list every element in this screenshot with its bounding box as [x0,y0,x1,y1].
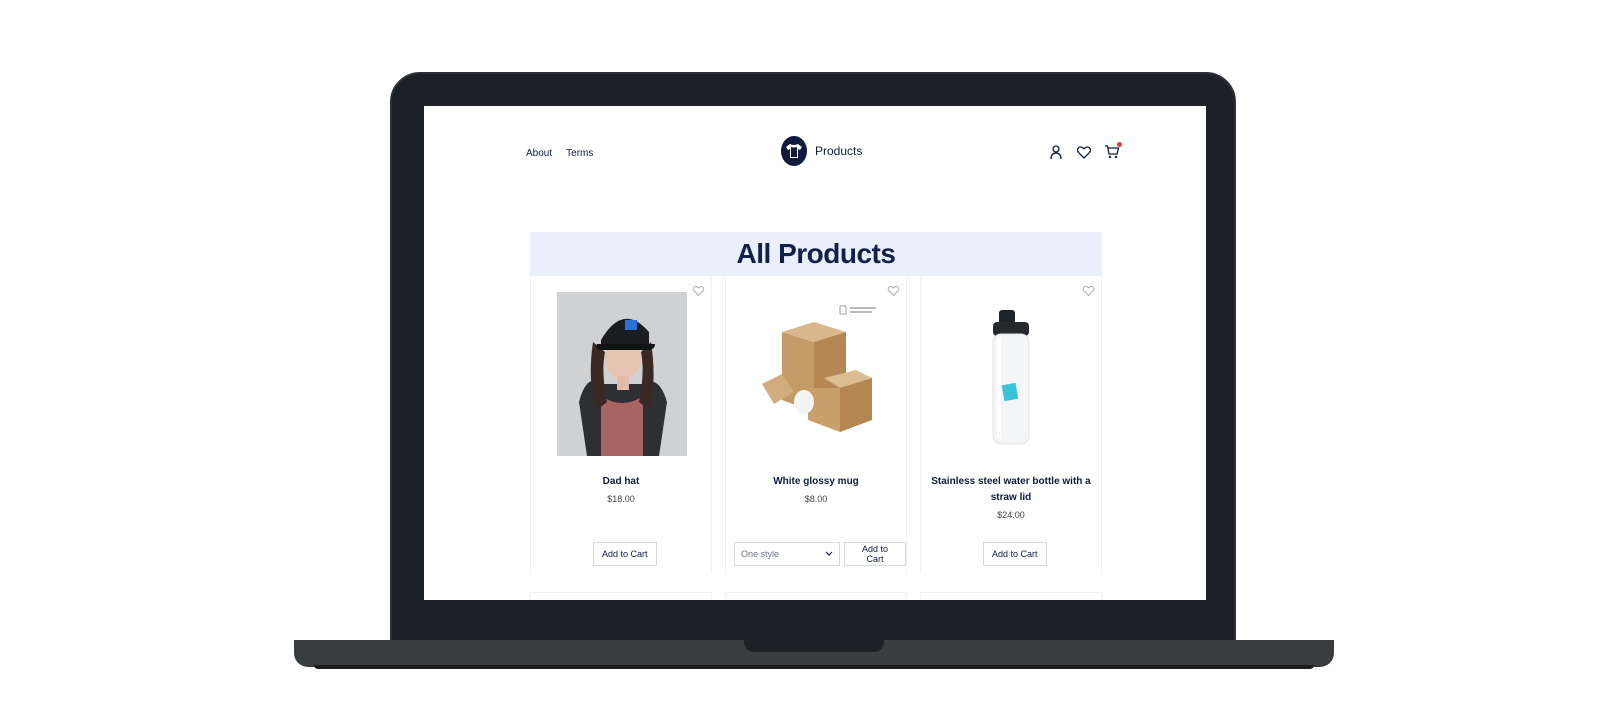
laptop-notch [744,640,884,652]
nav-terms-link[interactable]: Terms [566,148,593,159]
product-card[interactable]: Stainless steel water bottle with a stra… [920,276,1102,574]
add-to-cart-button[interactable]: Add to Cart [844,542,906,566]
product-image-water-bottle[interactable] [947,292,1077,456]
product-image-dad-hat[interactable] [557,292,687,456]
heart-icon[interactable] [1076,144,1092,160]
product-price: $18.00 [607,494,635,504]
product-card-partial [530,592,712,600]
nav-links: About Terms [526,148,593,159]
cart-badge [1117,142,1122,147]
wishlist-heart-icon[interactable] [887,284,900,297]
wishlist-heart-icon[interactable] [1082,284,1095,297]
product-name[interactable]: White glossy mug [734,474,898,490]
user-icon[interactable] [1048,144,1064,160]
all-products-banner: All Products [530,232,1102,276]
wishlist-heart-icon[interactable] [692,284,705,297]
product-price: $24.00 [997,510,1025,520]
style-select[interactable]: One style [734,542,840,566]
product-card[interactable]: Dad hat $18.00 Add to Cart [530,276,712,574]
product-price: $8.00 [804,494,828,504]
cart-icon[interactable] [1104,142,1122,160]
product-card-partial [725,592,907,600]
product-image-mug[interactable] [752,292,882,456]
product-card-partial [920,592,1102,600]
brand-title: Products [815,144,863,158]
brand[interactable]: Products [781,136,862,166]
add-to-cart-button[interactable]: Add to Cart [593,542,657,566]
add-to-cart-button[interactable]: Add to Cart [983,542,1047,566]
product-name[interactable]: Dad hat [539,474,703,490]
nav-about-link[interactable]: About [526,148,552,159]
laptop-base-shadow [314,665,1314,669]
chevron-down-icon [825,549,833,559]
page-title: All Products [736,238,896,269]
tshirt-logo-icon [781,136,807,166]
nav-icons [1048,142,1122,160]
product-card[interactable]: White glossy mug $8.00 One style Add to … [725,276,907,574]
product-name[interactable]: Stainless steel water bottle with a stra… [929,474,1093,506]
style-select-value: One style [741,549,780,559]
laptop-screen: About Terms Products All Products Dad ha… [424,106,1206,600]
